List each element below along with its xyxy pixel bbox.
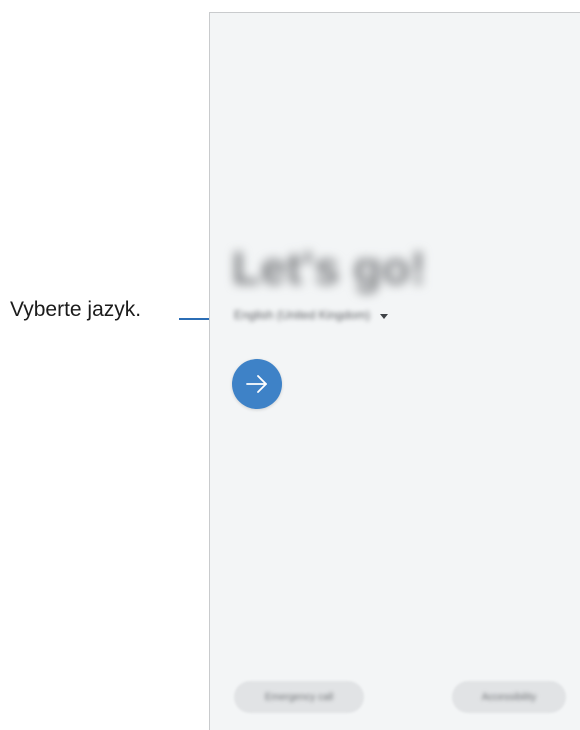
emergency-call-label: Emergency call — [264, 691, 334, 703]
next-button[interactable] — [232, 359, 282, 409]
welcome-title: Let's go! — [232, 242, 427, 294]
caret-down-icon — [380, 313, 389, 319]
accessibility-button[interactable]: Accessibility — [452, 681, 566, 713]
accessibility-label: Accessibility — [481, 691, 537, 703]
manual-illustration: Vyberte jazyk. Let's go! English (United… — [0, 0, 580, 730]
emergency-call-button[interactable]: Emergency call — [234, 681, 364, 713]
language-dropdown[interactable]: English (United Kingdom) — [234, 303, 389, 327]
callout-label: Vyberte jazyk. — [10, 298, 142, 321]
language-dropdown-value: English (United Kingdom) — [234, 308, 371, 322]
arrow-right-icon — [246, 375, 267, 393]
phone-screen: Let's go! English (United Kingdom) Emerg… — [209, 12, 580, 730]
